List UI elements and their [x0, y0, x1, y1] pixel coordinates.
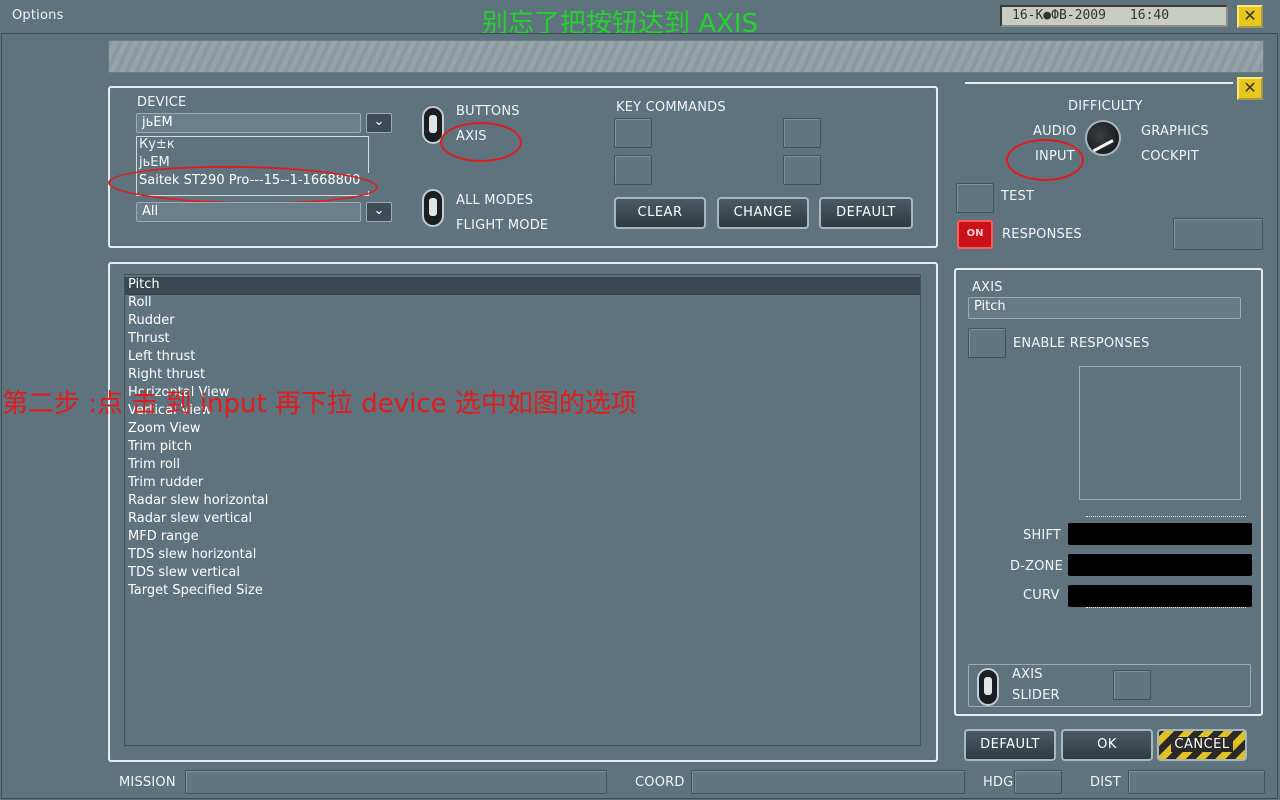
axis-list-item[interactable]: Pitch: [125, 277, 920, 295]
mission-field: [185, 770, 607, 794]
dropdown-option[interactable]: Ку±к: [137, 137, 368, 155]
enable-responses-checkbox[interactable]: [968, 328, 1006, 358]
flight-mode-select[interactable]: All: [136, 202, 361, 222]
window-title: Options: [12, 8, 64, 23]
close-icon: ✕: [1243, 6, 1257, 25]
key-command-slot[interactable]: [783, 155, 821, 185]
responses-on-button[interactable]: ON: [957, 220, 993, 249]
dist-field: [1128, 770, 1265, 794]
responses-label: RESPONSES: [1002, 227, 1082, 242]
close-icon: ✕: [1243, 78, 1257, 97]
chevron-down-icon: ⌄: [373, 114, 385, 129]
hdg-label: HDG: [983, 775, 1014, 790]
axis-list-item[interactable]: Trim rudder: [128, 475, 203, 493]
coord-label: COORD: [635, 775, 685, 790]
axis-list-item[interactable]: Left thrust: [128, 349, 195, 367]
mission-label: MISSION: [119, 775, 176, 790]
axis-list-item[interactable]: Target Specified Size: [128, 583, 263, 601]
key-command-slot[interactable]: [614, 118, 652, 148]
dzone-slider[interactable]: [1068, 554, 1252, 576]
audio-option[interactable]: AUDIO: [1033, 124, 1077, 139]
annotation-circle-axis: [440, 122, 522, 162]
map-strip: [108, 40, 1264, 73]
slider-toggle-label: SLIDER: [1012, 688, 1060, 703]
graphics-option[interactable]: GRAPHICS: [1141, 124, 1209, 139]
default-keys-button[interactable]: DEFAULT: [819, 197, 913, 229]
key-command-slot[interactable]: [783, 118, 821, 148]
key-commands-label: KEY COMMANDS: [616, 100, 726, 115]
axis-list-item[interactable]: Rudder: [128, 313, 175, 331]
toggle-knob-icon: [984, 677, 992, 695]
test-label: TEST: [1001, 189, 1035, 204]
shift-label: SHIFT: [1023, 528, 1062, 543]
cancel-button[interactable]: CANCEL: [1157, 729, 1247, 761]
clear-button[interactable]: CLEAR: [614, 197, 706, 229]
test-button[interactable]: [956, 183, 994, 213]
dial-needle: [1092, 139, 1114, 153]
difficulty-option[interactable]: DIFFICULTY: [1068, 99, 1143, 114]
axis-list-item[interactable]: Trim pitch: [128, 439, 192, 457]
change-button[interactable]: CHANGE: [717, 197, 809, 229]
dist-label: DIST: [1090, 775, 1121, 790]
axis-list-item[interactable]: TDS slew horizontal: [128, 547, 256, 565]
axis-label: AXIS: [972, 280, 1003, 295]
ok-button[interactable]: OK: [1061, 729, 1153, 761]
axis-list-item[interactable]: Trim roll: [128, 457, 180, 475]
cockpit-option[interactable]: COCKPIT: [1141, 149, 1199, 164]
toggle-knob-icon: [429, 198, 437, 216]
dzone-label: D-ZONE: [1010, 559, 1063, 574]
curv-ticks: [1086, 607, 1246, 615]
coord-field: [691, 770, 965, 794]
device-select[interactable]: јьЕМ: [136, 113, 361, 133]
axes-list: Pitch Roll Rudder Thrust Left thrust Right th…: [124, 274, 921, 746]
curv-label: CURV: [1023, 588, 1060, 603]
axis-list-item[interactable]: MFD range: [128, 529, 199, 547]
default-button[interactable]: DEFAULT: [964, 729, 1056, 761]
device-dropdown-button[interactable]: ⌄: [366, 113, 392, 133]
axis-value-field: Pitch: [968, 297, 1241, 319]
flight-mode-dropdown-button[interactable]: ⌄: [366, 202, 392, 222]
date-display: 16-К●ФВ-2009: [1012, 8, 1106, 23]
shift-slider[interactable]: [1068, 523, 1252, 545]
curv-slider[interactable]: [1068, 585, 1252, 607]
device-label: DEVICE: [137, 95, 187, 110]
key-command-slot[interactable]: [614, 155, 652, 185]
axis-list-item[interactable]: Thrust: [128, 331, 170, 349]
date-time-display: 16-К●ФВ-2009 16:40: [1000, 5, 1228, 27]
all-modes-label: ALL MODES: [456, 193, 534, 208]
axis-list-item[interactable]: TDS slew vertical: [128, 565, 240, 583]
separator-line: [965, 82, 1233, 84]
hdg-field: [1014, 770, 1062, 794]
annotation-text: 第二步 :点 击 到 input 再下拉 device 选中如图的选项: [2, 389, 637, 419]
mode-toggle[interactable]: [422, 189, 444, 227]
chevron-down-icon: ⌄: [373, 203, 385, 218]
axis-list-item[interactable]: Radar slew vertical: [128, 511, 252, 529]
response-curve-graph: [1079, 366, 1241, 500]
axis-list-item[interactable]: Roll: [128, 295, 152, 313]
toggle-knob-icon: [429, 115, 437, 133]
slider-value-field[interactable]: [1113, 670, 1151, 700]
buttons-option-label: BUTTONS: [456, 104, 520, 119]
panel-close-button[interactable]: ✕: [1237, 77, 1263, 100]
axis-list-item[interactable]: Zoom View: [128, 421, 200, 439]
annotation-circle-input: [1006, 139, 1084, 181]
window-close-button[interactable]: ✕: [1237, 5, 1263, 28]
time-display: 16:40: [1129, 8, 1170, 23]
flight-mode-option-label: FLIGHT MODE: [456, 218, 549, 233]
cancel-label: CANCEL: [1171, 737, 1233, 752]
axis-slider-box: [968, 664, 1251, 707]
axis-toggle-label: AXIS: [1012, 667, 1043, 682]
responses-field[interactable]: [1173, 218, 1263, 250]
enable-responses-label: ENABLE RESPONSES: [1013, 336, 1150, 351]
settings-dial-icon[interactable]: [1085, 120, 1121, 156]
axis-slider-toggle[interactable]: [977, 668, 999, 706]
axis-list-item[interactable]: Radar slew horizontal: [128, 493, 268, 511]
